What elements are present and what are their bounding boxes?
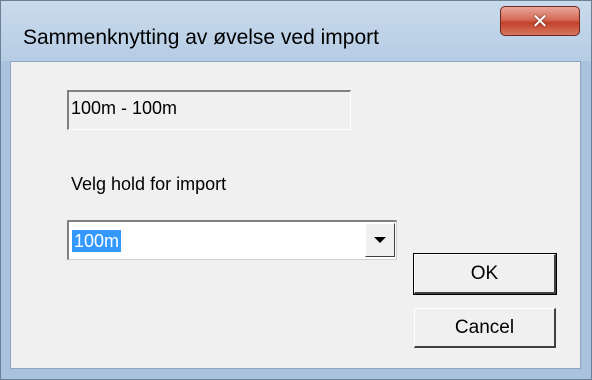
- title-bar[interactable]: Sammenknytting av øvelse ved import ✕: [1, 1, 591, 61]
- dialog-window: Sammenknytting av øvelse ved import ✕ 10…: [0, 0, 592, 380]
- window-title: Sammenknytting av øvelse ved import: [23, 26, 379, 49]
- dialog-body: 100m - 100m Velg hold for import 100m OK…: [10, 61, 581, 369]
- close-x-icon: ✕: [531, 9, 549, 33]
- team-select-value[interactable]: 100m: [72, 230, 122, 252]
- team-select-dropdown-button[interactable]: [365, 223, 395, 257]
- ok-button[interactable]: OK: [413, 253, 557, 295]
- chevron-down-icon: [374, 237, 386, 243]
- cancel-button[interactable]: Cancel: [414, 308, 556, 348]
- team-select[interactable]: 100m: [67, 220, 397, 260]
- team-select-label: Velg hold for import: [71, 174, 227, 194]
- event-readonly-field: 100m - 100m: [67, 90, 351, 130]
- close-button[interactable]: ✕: [500, 6, 580, 36]
